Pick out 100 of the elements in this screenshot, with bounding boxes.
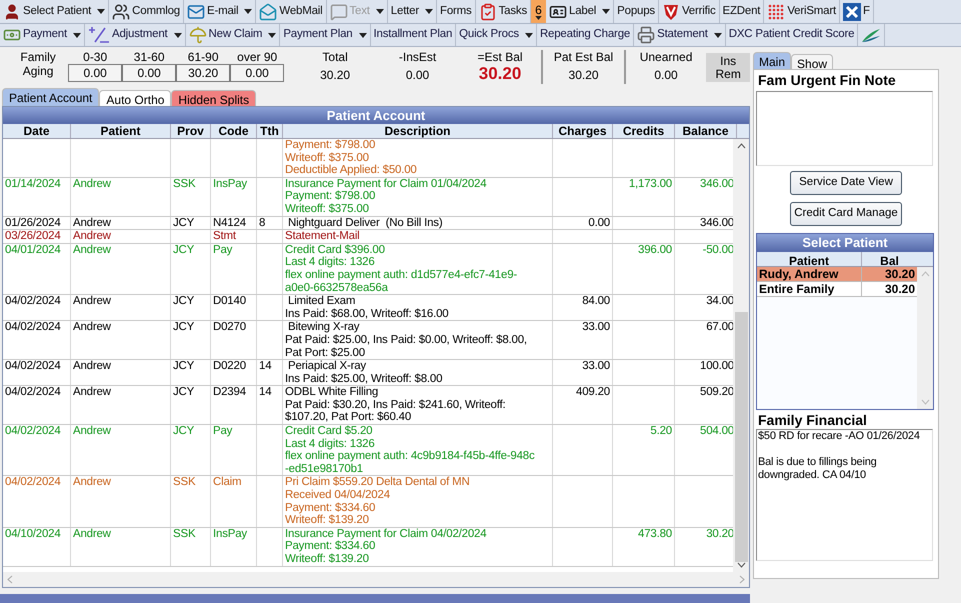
- description-line: flex online payment auth: d1d577e4-efc7-41e9-: [285, 268, 518, 282]
- toolbar-button[interactable]: Select Patient: [0, 0, 110, 23]
- caret-icon: [72, 32, 81, 38]
- aging-value: 30.20: [176, 64, 230, 82]
- total-label: Pat Est Bal: [554, 50, 614, 64]
- horizontal-scrollbar[interactable]: [3, 572, 749, 587]
- column-header[interactable]: Prov: [171, 124, 211, 138]
- table-cell: Andrew: [73, 528, 111, 540]
- toolbar-button[interactable]: Repeating Charge: [536, 24, 634, 46]
- table-cell: Andrew: [73, 386, 111, 398]
- description-line: Payment: $334.60: [285, 540, 376, 553]
- table-cell: 5.20: [650, 425, 672, 438]
- table-cell: Stmt: [213, 230, 236, 242]
- chat-icon: [330, 2, 348, 20]
- toolbar-button[interactable]: DXC Patient Credit Score: [726, 24, 858, 46]
- umbrella-icon: [188, 26, 207, 44]
- toolbar-button[interactable]: Popups: [614, 0, 659, 23]
- service-date-view-button[interactable]: Service Date View: [790, 171, 902, 195]
- table-cell: N4124: [213, 216, 246, 229]
- description-line: Writeoff: $139.20: [285, 553, 370, 566]
- total-label: -InsEst: [398, 50, 436, 64]
- toolbar-button[interactable]: EZDent: [720, 0, 764, 23]
- toolbar-button[interactable]: Commlog: [109, 0, 184, 23]
- family-financial-note-field[interactable]: $50 RD for recare -AO 01/26/2024 Bal is due to fillings being downgraded. CA 04/10: [756, 429, 933, 561]
- toolbar-button[interactable]: Payment Plan: [280, 24, 371, 46]
- table-cell: SSK: [173, 178, 196, 190]
- table-cell: Andrew: [73, 425, 111, 438]
- caret-icon: [244, 9, 252, 14]
- patient-row[interactable]: Rudy, Andrew 30.20: [757, 267, 917, 282]
- description-line: Pat Paid: $25.00, Ins Paid: $0.00, Writeoff: $8.00,: [285, 334, 528, 346]
- table-cell: Pay: [213, 244, 232, 256]
- description-line: Credit Card $5.20: [285, 425, 374, 438]
- toolbar-button[interactable]: Verrific: [658, 0, 720, 23]
- table-cell: Andrew: [73, 244, 111, 256]
- column-header[interactable]: Patient: [71, 124, 171, 138]
- toolbar-button[interactable]: E-mail: [184, 0, 256, 23]
- table-cell: D0220: [213, 360, 246, 372]
- table-cell: 473.80: [638, 528, 672, 540]
- caret-icon: [714, 32, 722, 38]
- toolbar-button[interactable]: Letter: [388, 0, 438, 23]
- tab[interactable]: Hidden Splits: [171, 90, 256, 106]
- description-line: Nightguard Deliver (No Bill Ins): [286, 216, 444, 230]
- description-line: Insurance Payment for Claim 01/04/2024: [285, 178, 488, 190]
- toolbar-button[interactable]: Adjustment: [84, 24, 186, 46]
- toolbar-button[interactable]: Quick Procs: [456, 24, 537, 46]
- people-icon: [112, 2, 130, 20]
- description-line: Received 04/04/2024: [285, 489, 391, 502]
- tab[interactable]: Show: [791, 54, 834, 69]
- scroll-up-icon: [736, 143, 746, 149]
- toolbar-button[interactable]: Forms: [437, 0, 476, 23]
- envelope-icon: [186, 2, 205, 20]
- table-cell: 04/01/2024: [5, 244, 61, 256]
- table-cell: Claim: [213, 476, 242, 488]
- description-line: Ins Paid: $68.00, Writeoff: $16.00: [285, 308, 450, 320]
- tab[interactable]: Main: [753, 52, 792, 69]
- list-title: Select Patient: [757, 234, 933, 252]
- toolbar-button[interactable]: New Claim: [186, 24, 280, 46]
- task-count-badge[interactable]: 6: [531, 0, 546, 23]
- column-header[interactable]: Tth: [257, 124, 283, 138]
- column-header[interactable]: Bal: [862, 252, 917, 266]
- tab[interactable]: Auto Ortho: [99, 90, 172, 106]
- toolbar-button[interactable]: WebMail: [256, 0, 326, 23]
- aging-header: 61-90: [188, 50, 218, 64]
- scroll-thumb[interactable]: [734, 312, 748, 562]
- table-cell: 04/10/2024: [5, 528, 61, 540]
- total-value: 0.00: [654, 68, 678, 82]
- vertical-scrollbar[interactable]: [917, 267, 933, 409]
- toolbar-button[interactable]: VeriSmart: [764, 0, 840, 23]
- table-cell: SSK: [173, 476, 196, 488]
- toolbar-button[interactable]: F: [840, 0, 874, 23]
- tab[interactable]: Patient Account: [2, 88, 100, 106]
- table-cell: 409.20: [576, 386, 610, 398]
- column-header[interactable]: Date: [3, 124, 71, 138]
- ledger-row[interactable]: 03/26/2024 Andrew Stmt Statement-Mail: [3, 230, 733, 244]
- column-header[interactable]: Charges: [553, 124, 613, 138]
- description-line: Bitewing X-ray: [286, 321, 360, 334]
- aging-label: Aging: [22, 64, 54, 78]
- caret-icon: [174, 32, 182, 38]
- table-cell: Andrew: [73, 476, 111, 488]
- column-header[interactable]: Credits: [613, 124, 675, 138]
- credit-card-manage-button[interactable]: Credit Card Manage: [790, 202, 902, 226]
- description-line: $107.20, Pat Port: $60.40: [285, 411, 412, 424]
- table-cell: D0270: [213, 321, 246, 334]
- vertical-scrollbar[interactable]: [733, 139, 749, 572]
- column-header[interactable]: Code: [211, 124, 257, 138]
- toolbar-button[interactable]: Label: [546, 0, 614, 23]
- scroll-up-icon: [920, 271, 930, 277]
- toolbar-button[interactable]: Installment Plan: [370, 24, 456, 46]
- urgent-note-field[interactable]: [756, 91, 933, 166]
- patient-row[interactable]: Entire Family 30.20: [757, 282, 917, 297]
- table-cell: Andrew: [73, 360, 111, 372]
- toolbar-button[interactable]: Payment: [0, 24, 85, 46]
- column-header[interactable]: Patient: [757, 252, 862, 266]
- column-header[interactable]: Description: [283, 124, 553, 138]
- table-cell: 04/02/2024: [5, 425, 61, 438]
- ins-rem-button[interactable]: Ins Rem: [706, 53, 750, 82]
- table-cell: 33.00: [582, 321, 610, 334]
- toolbar-button[interactable]: Statement: [634, 24, 726, 46]
- column-header[interactable]: Balance: [675, 124, 737, 138]
- description-line: Payment: $798.00: [285, 190, 376, 203]
